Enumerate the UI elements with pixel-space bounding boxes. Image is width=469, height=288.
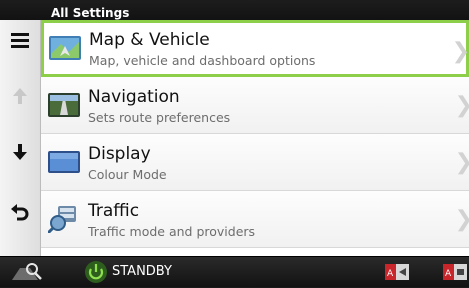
bottom-bar: STANDBY A A <box>0 256 469 287</box>
media-source-icon: A <box>443 264 467 280</box>
menu-button[interactable] <box>0 20 40 60</box>
display-icon <box>48 151 80 173</box>
search-map-button[interactable] <box>8 260 52 284</box>
list-item-map-vehicle[interactable]: Map & Vehicle Map, vehicle and dashboard… <box>41 20 469 77</box>
item-title: Traffic <box>88 201 140 221</box>
chevron-right-icon: ❯ <box>455 207 469 232</box>
back-button[interactable] <box>0 192 40 232</box>
item-subtitle: Map, vehicle and dashboard options <box>89 53 316 68</box>
top-bar: All Settings <box>0 0 469 20</box>
list-item-traffic[interactable]: Traffic Traffic mode and providers ❯ <box>41 191 469 248</box>
power-icon <box>85 261 107 283</box>
arrow-up-icon <box>13 88 27 104</box>
map-search-icon <box>12 263 42 280</box>
item-subtitle: Sets route preferences <box>88 110 231 125</box>
item-title: Display <box>88 144 151 164</box>
svg-text:A: A <box>387 269 394 279</box>
item-subtitle: Traffic mode and providers <box>88 224 256 239</box>
back-icon <box>11 204 29 221</box>
navigation-icon <box>48 93 80 117</box>
list-item-display[interactable]: Display Colour Mode ❯ <box>41 134 469 191</box>
chevron-right-icon: ❯ <box>455 150 469 175</box>
arrow-down-icon <box>13 144 27 160</box>
settings-list: Map & Vehicle Map, vehicle and dashboard… <box>41 20 469 256</box>
source-button-1[interactable]: A <box>384 262 410 282</box>
standby-button[interactable]: STANDBY <box>80 259 190 285</box>
standby-label: STANDBY <box>112 264 172 279</box>
chevron-right-icon: ❯ <box>455 93 469 118</box>
list-item-navigation[interactable]: Navigation Sets route preferences ❯ <box>41 77 469 134</box>
traffic-icon <box>48 206 76 233</box>
scroll-up-button[interactable] <box>0 76 40 116</box>
item-subtitle: Colour Mode <box>88 167 167 182</box>
left-toolbar <box>0 20 41 256</box>
map-vehicle-icon <box>49 36 81 60</box>
svg-text:A: A <box>445 269 452 279</box>
audio-source-icon: A <box>385 264 409 280</box>
item-title: Navigation <box>88 87 180 107</box>
page-title: All Settings <box>51 6 130 20</box>
source-button-2[interactable]: A <box>442 262 468 282</box>
menu-icon <box>11 33 29 48</box>
scroll-down-button[interactable] <box>0 132 40 172</box>
chevron-right-icon: ❯ <box>451 39 469 64</box>
item-title: Map & Vehicle <box>89 30 210 50</box>
